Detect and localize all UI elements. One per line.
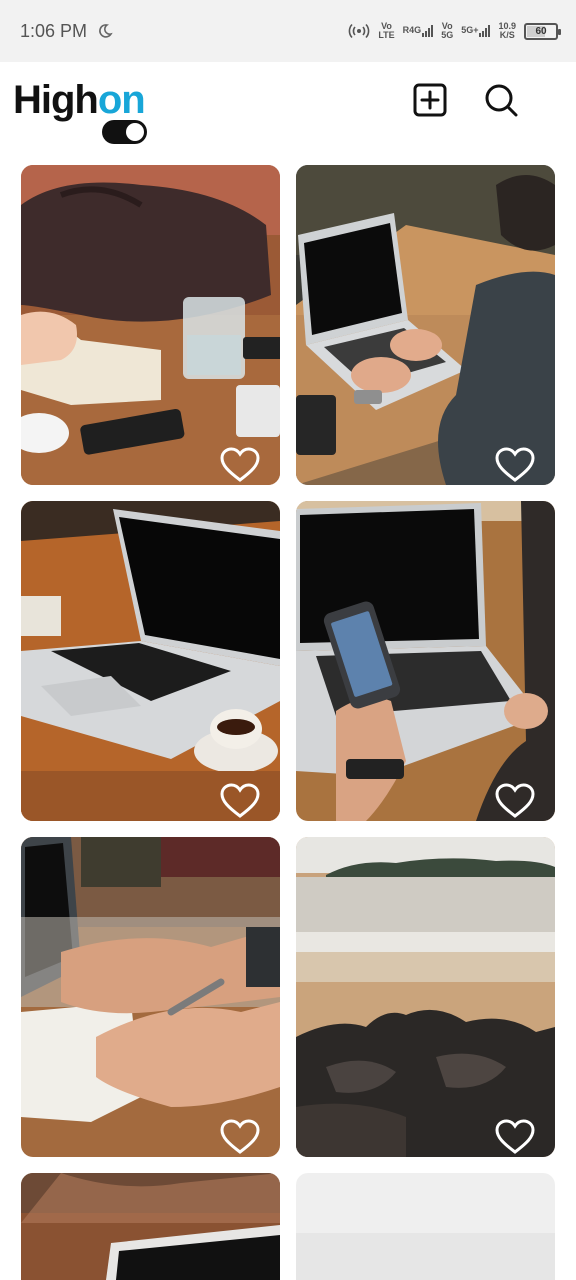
battery-level: 60 bbox=[535, 25, 547, 37]
post-card[interactable] bbox=[21, 501, 280, 821]
add-post-button[interactable] bbox=[410, 80, 450, 120]
sim2-signal: 5G+ bbox=[461, 25, 491, 37]
moon-icon bbox=[99, 24, 113, 38]
battery-icon: 60 bbox=[524, 22, 561, 40]
sim2-bottom-label: 5G bbox=[441, 30, 454, 40]
like-heart-icon[interactable] bbox=[220, 783, 260, 819]
post-card[interactable] bbox=[21, 837, 280, 1157]
post-card[interactable] bbox=[296, 165, 555, 485]
status-left: 1:06 PM bbox=[20, 21, 113, 42]
like-heart-icon[interactable] bbox=[495, 783, 535, 819]
post-card[interactable] bbox=[21, 165, 280, 485]
dark-mode-toggle[interactable] bbox=[102, 120, 147, 144]
status-right: Vo LTE R4G Vo 5G 5G+ 10.9 K/S 60 bbox=[348, 22, 561, 40]
toggle-knob bbox=[126, 123, 144, 141]
sim1-network-label: R4G bbox=[402, 25, 422, 35]
logo-text-on: on bbox=[97, 78, 146, 122]
post-card[interactable] bbox=[296, 837, 555, 1157]
like-heart-icon[interactable] bbox=[220, 1119, 260, 1155]
sim2-signal-bars-icon bbox=[479, 25, 491, 37]
like-heart-icon[interactable] bbox=[495, 447, 535, 483]
search-button[interactable] bbox=[481, 80, 521, 120]
sim1-bottom-label: LTE bbox=[378, 30, 395, 40]
post-image bbox=[21, 837, 280, 1157]
sim1-signal: R4G bbox=[403, 25, 434, 37]
post-card[interactable] bbox=[296, 501, 555, 821]
add-square-icon bbox=[413, 83, 447, 117]
like-heart-icon[interactable] bbox=[220, 447, 260, 483]
post-image bbox=[296, 837, 555, 1157]
search-icon bbox=[485, 84, 518, 117]
post-card[interactable] bbox=[21, 1173, 280, 1280]
app-logo: Highon bbox=[13, 78, 146, 122]
speed-unit: K/S bbox=[499, 30, 515, 40]
app-header: Highon bbox=[0, 62, 576, 162]
sim1-volte: Vo LTE bbox=[378, 22, 394, 40]
post-image bbox=[296, 165, 555, 485]
sim1-signal-bars-icon bbox=[422, 25, 434, 37]
post-image bbox=[21, 165, 280, 485]
logo-text-high: High bbox=[13, 78, 99, 122]
status-time: 1:06 PM bbox=[20, 20, 88, 41]
post-image bbox=[21, 1173, 280, 1280]
post-image bbox=[296, 1173, 555, 1280]
network-speed: 10.9 K/S bbox=[498, 22, 516, 40]
hotspot-icon bbox=[348, 23, 370, 39]
post-image bbox=[21, 501, 280, 821]
like-heart-icon[interactable] bbox=[495, 1119, 535, 1155]
post-image bbox=[296, 501, 555, 821]
post-card[interactable] bbox=[296, 1173, 555, 1280]
sim2-volte: Vo 5G bbox=[441, 22, 453, 40]
status-bar: 1:06 PM Vo LTE R4G Vo 5G 5G+ 10.9 K/S 60 bbox=[0, 0, 576, 62]
sim2-network-label: 5G+ bbox=[461, 25, 479, 35]
